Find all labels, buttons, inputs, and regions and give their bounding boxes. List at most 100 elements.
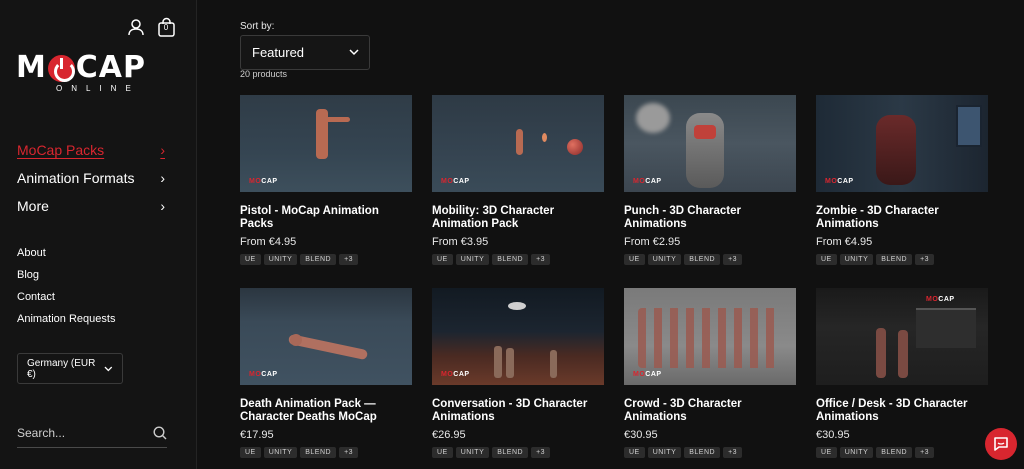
character-figure	[694, 125, 716, 139]
crowd-figures	[638, 308, 782, 368]
product-price: From €4.95	[816, 236, 873, 248]
tag: +3	[531, 447, 551, 458]
character-figure	[506, 348, 514, 378]
tag: UE	[816, 447, 837, 458]
tag: UE	[432, 447, 453, 458]
window	[956, 105, 982, 147]
header-icons: 0	[126, 16, 176, 38]
tag: +3	[531, 254, 551, 265]
user-icon[interactable]	[126, 16, 146, 38]
format-tags: UE UNITY BLEND +3	[816, 447, 988, 458]
link-blog[interactable]: Blog	[17, 266, 115, 288]
sort-select[interactable]: Featured	[240, 35, 370, 70]
format-tags: UE UNITY BLEND +3	[240, 254, 412, 265]
thumbnail-logo: MOCAP	[633, 371, 662, 378]
thumbnail-logo: MOCAP	[926, 296, 955, 303]
thumbnail-logo: MOCAP	[825, 178, 854, 185]
product-card[interactable]: MOCAP Conversation - 3D Character Animat…	[432, 288, 604, 458]
tag: UNITY	[839, 447, 874, 458]
product-title[interactable]: Zombie - 3D Character Animations	[816, 205, 988, 231]
nav-label: Animation Formats	[17, 170, 135, 186]
tag: UNITY	[455, 254, 490, 265]
logo[interactable]: M CAP ONLINE	[16, 50, 146, 94]
sidebar: 0 M CAP ONLINE MoCap Packs › Animation F…	[0, 0, 197, 469]
product-thumbnail[interactable]: MOCAP	[624, 288, 796, 385]
thumbnail-logo: MOCAP	[249, 371, 278, 378]
format-tags: UE UNITY BLEND +3	[624, 254, 796, 265]
product-card[interactable]: MOCAP Death Animation Pack — Character D…	[240, 288, 412, 458]
product-price: From €2.95	[624, 236, 681, 248]
search-input[interactable]	[17, 425, 137, 440]
product-title[interactable]: Death Animation Pack — Character Deaths …	[240, 398, 412, 424]
tag: BLEND	[684, 254, 721, 265]
product-card[interactable]: MOCAP Mobility: 3D Character Animation P…	[432, 95, 604, 265]
format-tags: UE UNITY BLEND +3	[240, 447, 412, 458]
thumbnail-logo: MOCAP	[441, 371, 470, 378]
product-price: €30.95	[624, 429, 658, 441]
tag: UNITY	[263, 254, 298, 265]
sort-label: Sort by:	[240, 21, 275, 32]
product-thumbnail[interactable]: MOCAP	[432, 288, 604, 385]
chevron-right-icon: ›	[160, 198, 165, 214]
tag: +3	[915, 447, 935, 458]
link-animation-requests[interactable]: Animation Requests	[17, 310, 115, 332]
product-price: From €3.95	[432, 236, 489, 248]
format-tags: UE UNITY BLEND +3	[816, 254, 988, 265]
search-icon[interactable]	[153, 425, 167, 440]
thumbnail-logo: MOCAP	[249, 178, 278, 185]
chevron-right-icon: ›	[160, 142, 165, 158]
format-tags: UE UNITY BLEND +3	[432, 447, 604, 458]
character-figure	[326, 117, 350, 122]
character-figure	[876, 328, 886, 378]
nav-label: MoCap Packs	[17, 142, 105, 158]
product-card[interactable]: MOCAP Crowd - 3D Character Animations €3…	[624, 288, 796, 458]
link-about[interactable]: About	[17, 244, 115, 266]
product-thumbnail[interactable]: MOCAP	[816, 95, 988, 192]
sort-selected-value: Featured	[252, 45, 305, 60]
thumbnail-logo: MOCAP	[633, 178, 662, 185]
product-card[interactable]: MOCAP Pistol - MoCap Animation Packs Fro…	[240, 95, 412, 265]
character-figure	[290, 334, 302, 346]
product-card[interactable]: MOCAP Punch - 3D Character Animations Fr…	[624, 95, 796, 265]
nav-item-more[interactable]: More ›	[17, 192, 165, 220]
country-label: Germany (EUR €)	[27, 357, 96, 380]
product-thumbnail[interactable]: MOCAP	[432, 95, 604, 192]
product-thumbnail[interactable]: MOCAP	[624, 95, 796, 192]
tag: BLEND	[876, 254, 913, 265]
character-figure	[494, 346, 502, 378]
product-card[interactable]: MOCAP Zombie - 3D Character Animations F…	[816, 95, 988, 265]
logo-text-right: CAP	[75, 50, 146, 85]
tag: +3	[723, 447, 743, 458]
tag: UE	[432, 254, 453, 265]
product-title[interactable]: Punch - 3D Character Animations	[624, 205, 796, 231]
nav-item-animation-formats[interactable]: Animation Formats ›	[17, 164, 165, 192]
thumbnail-logo: MOCAP	[441, 178, 470, 185]
nav-label: More	[17, 198, 49, 214]
tag: BLEND	[876, 447, 913, 458]
character-figure	[898, 330, 908, 378]
product-thumbnail[interactable]: MOCAP	[240, 95, 412, 192]
chevron-down-icon	[349, 49, 359, 56]
tag: +3	[915, 254, 935, 265]
product-card[interactable]: MOCAP Office / Desk - 3D Character Anima…	[816, 288, 988, 458]
tag: UNITY	[263, 447, 298, 458]
product-title[interactable]: Conversation - 3D Character Animations	[432, 398, 604, 424]
character-figure	[876, 115, 916, 185]
link-contact[interactable]: Contact	[17, 288, 115, 310]
product-thumbnail[interactable]: MOCAP	[816, 288, 988, 385]
chat-button[interactable]	[985, 428, 1017, 460]
country-selector[interactable]: Germany (EUR €)	[17, 353, 123, 384]
product-title[interactable]: Office / Desk - 3D Character Animations	[816, 398, 988, 424]
product-title[interactable]: Mobility: 3D Character Animation Pack	[432, 205, 604, 231]
product-title[interactable]: Pistol - MoCap Animation Packs	[240, 205, 412, 231]
product-thumbnail[interactable]: MOCAP	[240, 288, 412, 385]
product-price: From €4.95	[240, 236, 297, 248]
product-title[interactable]: Crowd - 3D Character Animations	[624, 398, 796, 424]
character-figure	[516, 129, 523, 155]
character-figure	[550, 350, 557, 378]
tag: BLEND	[492, 447, 529, 458]
shopping-bag-icon[interactable]: 0	[156, 16, 176, 38]
tag: UNITY	[839, 254, 874, 265]
product-price: €30.95	[816, 429, 850, 441]
nav-item-mocap-packs[interactable]: MoCap Packs ›	[17, 136, 165, 164]
